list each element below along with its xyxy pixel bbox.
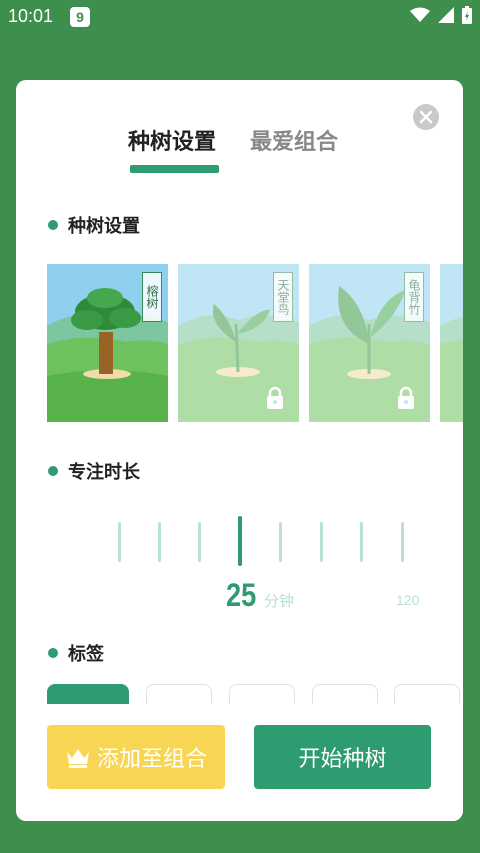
- tree-illustration: [440, 264, 463, 422]
- tree-name-label: 天堂鸟: [273, 272, 293, 322]
- lock-icon: [398, 386, 414, 409]
- section-title-tree: 种树设置: [68, 216, 140, 237]
- plant-settings-dialog: 种树设置 最爱组合 种树设置 榕树 天堂鸟 龟背竹 专注时长 25 分钟 120…: [16, 80, 463, 821]
- slider-tick-selected: [238, 516, 242, 566]
- bullet-dot: [48, 648, 58, 658]
- tree-name-label: 榕树: [142, 272, 162, 322]
- section-tags: 标签: [48, 640, 104, 666]
- start-planting-label: 开始种树: [298, 747, 387, 772]
- tag-item[interactable]: [394, 684, 460, 704]
- tab-bar: 种树设置 最爱组合: [16, 124, 463, 184]
- signal-icon: [438, 7, 454, 23]
- battery-icon: [462, 6, 472, 24]
- tag-item[interactable]: [312, 684, 378, 704]
- duration-slider[interactable]: [114, 516, 414, 572]
- lock-icon: [267, 386, 283, 409]
- section-title-tags: 标签: [68, 644, 104, 665]
- slider-tick: [279, 522, 282, 562]
- tree-card-more[interactable]: [440, 264, 463, 422]
- tree-name-label: 龟背竹: [404, 272, 424, 322]
- active-tab-indicator: [130, 165, 219, 173]
- slider-tick: [401, 522, 404, 562]
- tag-list: [47, 684, 463, 704]
- add-to-combo-button[interactable]: 添加至组合: [47, 725, 225, 789]
- bullet-dot: [48, 466, 58, 476]
- tree-card-bird-of-paradise[interactable]: 天堂鸟: [178, 264, 299, 422]
- tree-card-banyan[interactable]: 榕树: [47, 264, 168, 422]
- crown-icon: [66, 749, 89, 768]
- wifi-icon: [410, 7, 430, 22]
- bullet-dot: [48, 220, 58, 230]
- status-time: 10:01: [8, 6, 54, 26]
- status-bar: 10:01 9: [0, 0, 480, 34]
- slider-tick: [320, 522, 323, 562]
- slider-tick: [198, 522, 201, 562]
- tree-picker: 榕树 天堂鸟 龟背竹: [47, 264, 463, 424]
- section-focus-duration: 专注时长: [48, 458, 140, 484]
- tree-card-monstera[interactable]: 龟背竹: [309, 264, 430, 422]
- tab-favorite-combo[interactable]: 最爱组合: [250, 124, 338, 156]
- tag-item[interactable]: [229, 684, 295, 704]
- add-to-combo-label: 添加至组合: [96, 747, 207, 772]
- section-title-duration: 专注时长: [68, 462, 140, 483]
- duration-value: 25: [226, 577, 257, 613]
- duration-unit: 分钟: [264, 592, 295, 610]
- app-notification-icon: 9: [70, 7, 90, 27]
- tag-item-selected[interactable]: [47, 684, 129, 704]
- section-tree-setting: 种树设置: [48, 212, 140, 238]
- status-icons: [410, 6, 472, 24]
- tag-item[interactable]: [146, 684, 212, 704]
- slider-tick: [360, 522, 363, 562]
- slider-tick: [118, 522, 121, 562]
- duration-max-label: 120: [396, 592, 420, 608]
- start-planting-button[interactable]: 开始种树: [254, 725, 431, 789]
- tab-tree-setting[interactable]: 种树设置: [128, 124, 216, 156]
- slider-tick: [158, 522, 161, 562]
